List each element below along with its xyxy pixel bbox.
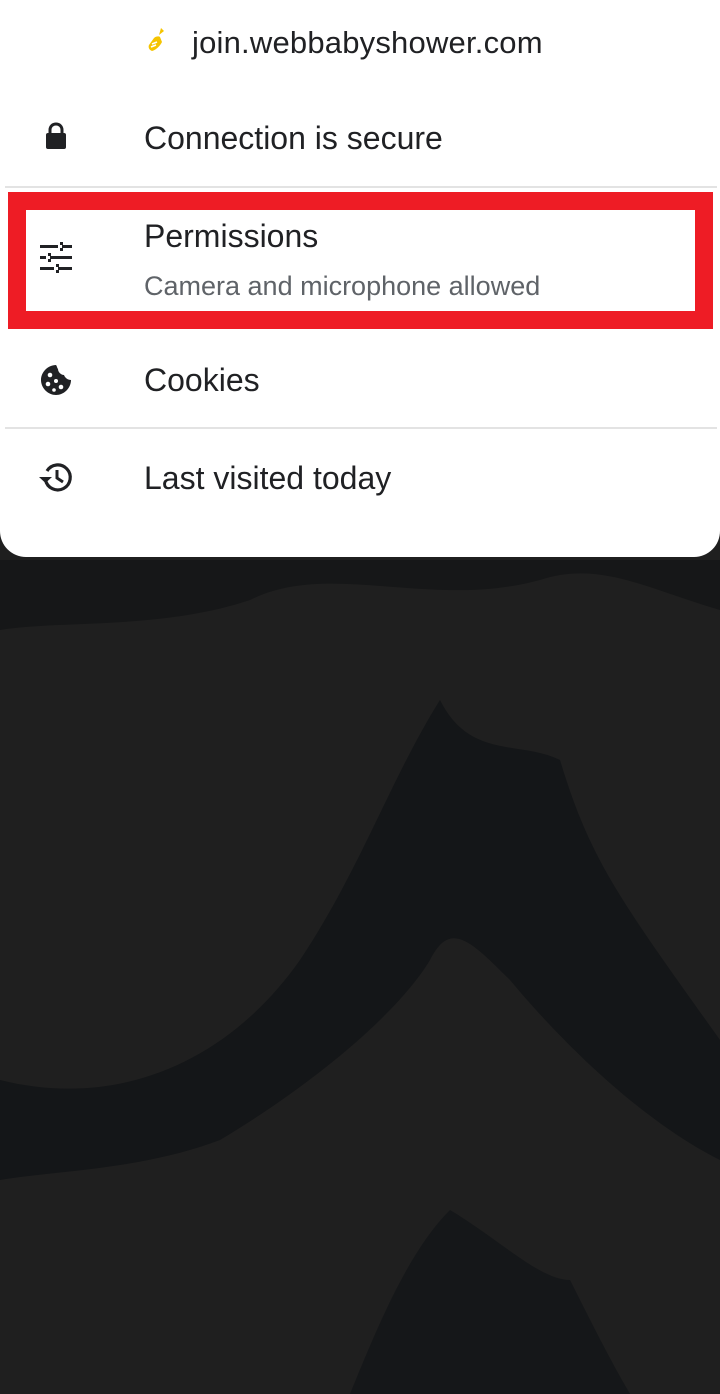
lock-icon: [46, 122, 66, 149]
site-header: join.webbabyshower.com: [0, 0, 720, 88]
page-info-sheet: join.webbabyshower.com Connection is sec…: [0, 0, 720, 557]
row-last-visited[interactable]: Last visited today: [0, 429, 720, 527]
row-permissions[interactable]: Permissions Camera and microphone allowe…: [0, 188, 720, 328]
row-subtitle: Camera and microphone allowed: [144, 271, 541, 301]
site-url: join.webbabyshower.com: [192, 25, 543, 60]
row-cookies[interactable]: Cookies: [0, 330, 720, 428]
row-connection-secure[interactable]: Connection is secure: [0, 88, 720, 186]
history-icon: [39, 463, 72, 492]
row-title: Connection is secure: [144, 120, 443, 156]
row-title: Permissions: [144, 218, 319, 254]
cookie-icon: [41, 365, 71, 395]
tune-sliders-icon: [40, 242, 72, 273]
row-title: Cookies: [144, 362, 260, 398]
row-title: Last visited today: [144, 460, 392, 496]
baby-bottle-icon: [148, 28, 164, 51]
